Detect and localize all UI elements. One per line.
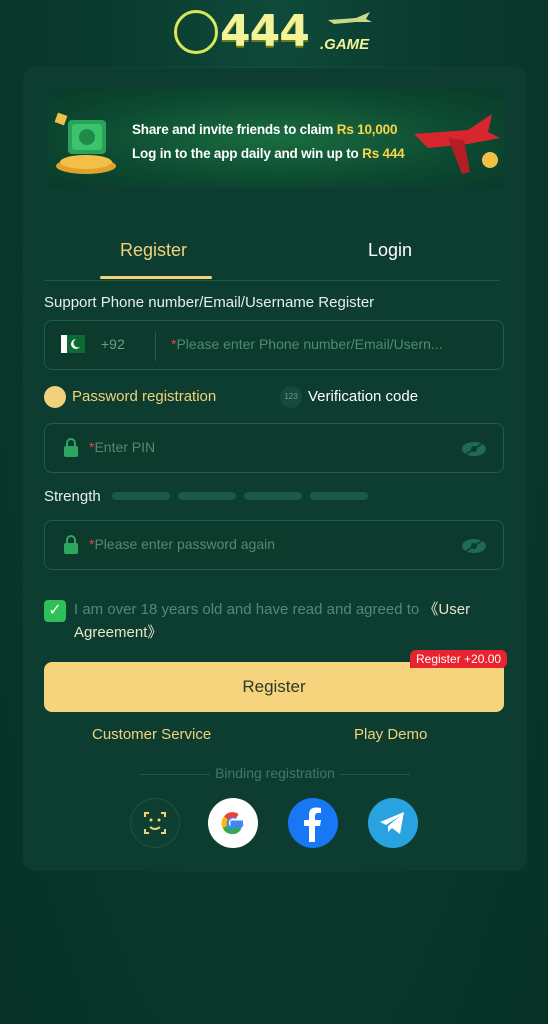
brand-logo: 444 .GAME — [170, 4, 380, 60]
account-field-label: Support Phone number/Email/Username Regi… — [44, 294, 375, 311]
password-registration-option[interactable]: Password registration — [44, 386, 216, 408]
money-stack-icon — [54, 112, 116, 174]
binding-registration-label: Binding registration — [215, 765, 335, 781]
telegram-icon[interactable] — [368, 798, 418, 848]
active-tab-indicator — [100, 276, 212, 279]
strength-bar — [244, 492, 302, 500]
account-input[interactable]: +92 *Please enter Phone number/Email/Use… — [44, 320, 504, 370]
auth-tabs: Register Login — [44, 228, 500, 281]
play-demo-link[interactable]: Play Demo — [354, 726, 427, 743]
strength-label: Strength — [44, 488, 101, 505]
pakistan-flag-icon[interactable] — [61, 335, 85, 353]
google-icon[interactable] — [208, 798, 258, 848]
agree-checkbox[interactable]: ✓ — [44, 600, 66, 622]
eye-hidden-icon[interactable] — [461, 538, 487, 554]
confirm-password-input[interactable]: *Please enter password again — [44, 520, 504, 570]
face-id-icon[interactable] — [130, 798, 180, 848]
lock-icon — [64, 535, 78, 554]
logo-text: 444 — [220, 6, 310, 57]
pin-placeholder: *Enter PIN — [89, 439, 156, 455]
password-dots-icon — [44, 386, 66, 408]
code-123-icon: 123 — [280, 386, 302, 408]
divider-line — [340, 774, 410, 775]
logo-emblem-icon — [174, 10, 218, 54]
verification-code-option[interactable]: 123 Verification code — [280, 386, 418, 408]
account-placeholder: *Please enter Phone number/Email/Usern..… — [171, 336, 443, 352]
tab-login[interactable]: Login — [368, 240, 412, 261]
register-bonus-badge: Register +20.00 — [410, 650, 508, 668]
field-divider — [155, 331, 156, 361]
register-button[interactable]: Register — [44, 662, 504, 712]
banner-line-2: Log in to the app daily and win up to Rs… — [132, 146, 405, 161]
lock-icon — [64, 438, 78, 457]
red-plane-icon — [414, 114, 500, 174]
plane-icon — [328, 12, 372, 24]
tab-register[interactable]: Register — [120, 240, 187, 261]
register-card: Share and invite friends to claim Rs 10,… — [24, 68, 526, 870]
logo-subtext: .GAME — [320, 36, 370, 53]
strength-bar — [112, 492, 170, 500]
pin-input[interactable]: *Enter PIN — [44, 423, 504, 473]
customer-service-link[interactable]: Customer Service — [92, 726, 211, 743]
agreement-text: I am over 18 years old and have read and… — [74, 601, 471, 641]
facebook-icon[interactable] — [288, 798, 338, 848]
strength-bar — [310, 492, 368, 500]
promo-banner[interactable]: Share and invite friends to claim Rs 10,… — [48, 88, 504, 188]
eye-hidden-icon[interactable] — [461, 441, 487, 457]
banner-line-1: Share and invite friends to claim Rs 10,… — [132, 122, 398, 137]
strength-bar — [178, 492, 236, 500]
confirm-placeholder: *Please enter password again — [89, 536, 276, 552]
country-code[interactable]: +92 — [101, 336, 125, 352]
